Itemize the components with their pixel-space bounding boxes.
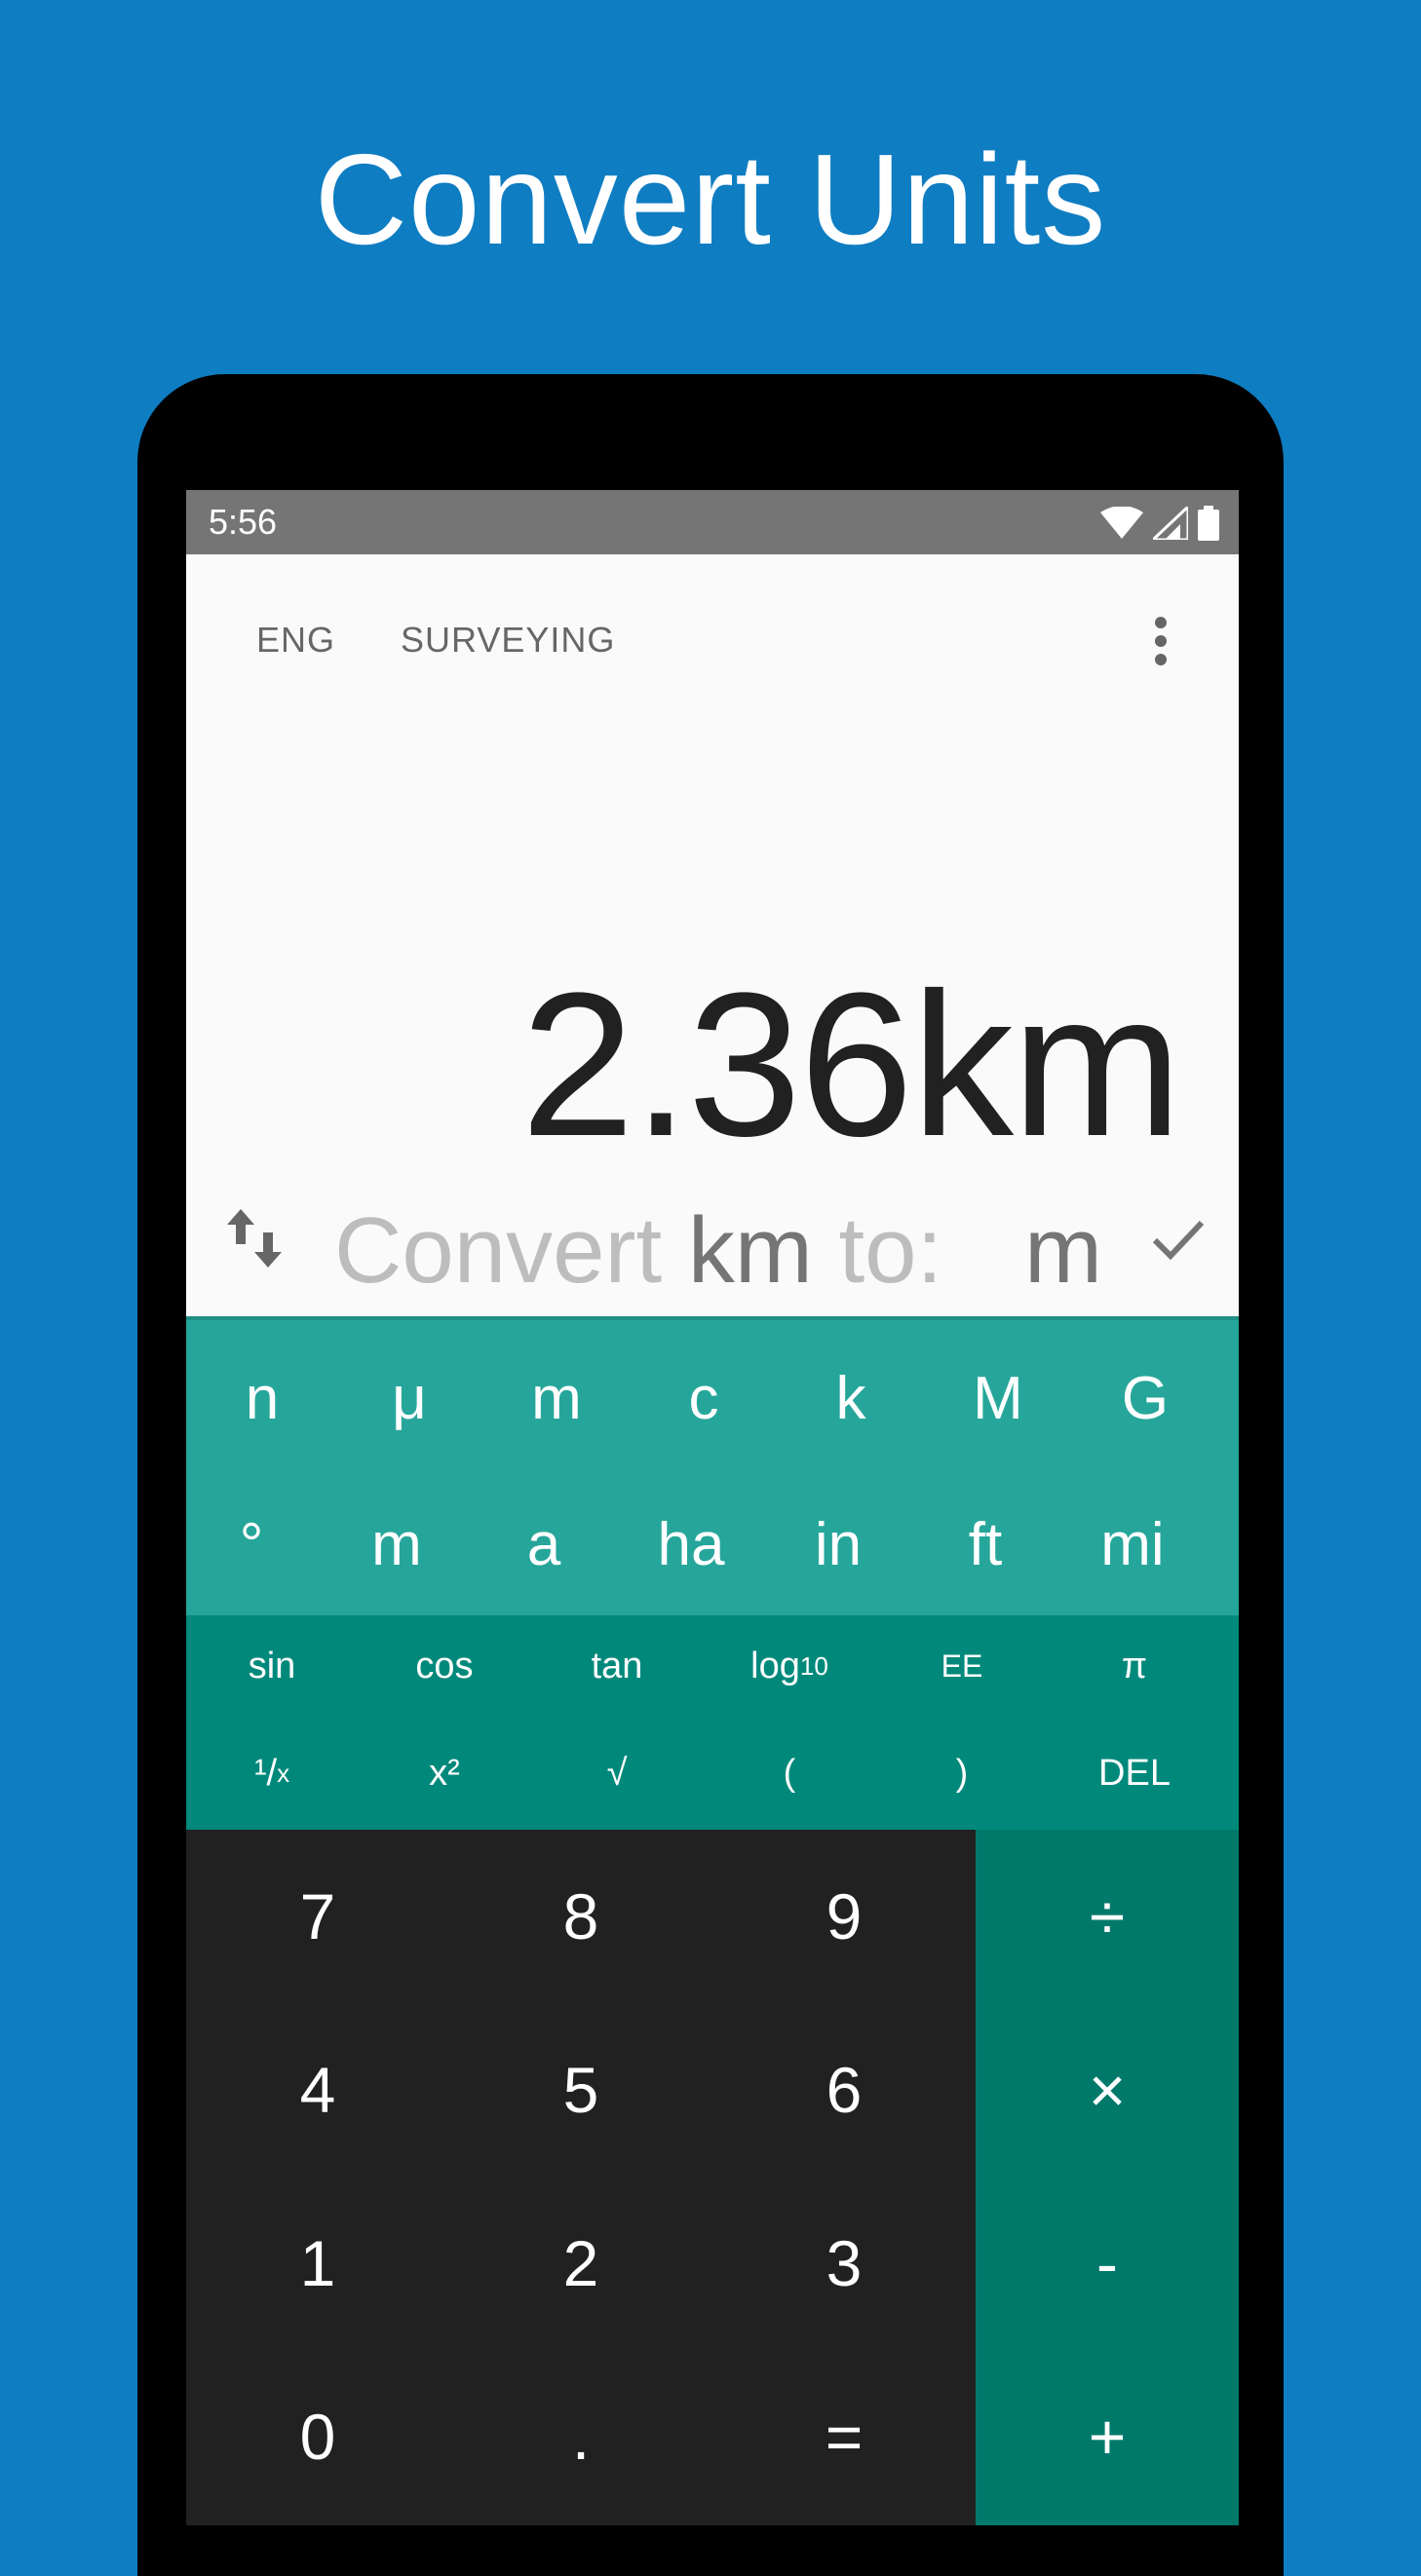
tab-eng[interactable]: ENG [256,621,335,660]
key-close-paren[interactable]: ) [879,1724,1045,1822]
signal-icon [1153,507,1188,540]
key-subtract[interactable]: - [976,2177,1239,2350]
wifi-icon [1100,507,1143,539]
key-open-paren[interactable]: ( [707,1724,872,1822]
key-log-label: log [750,1645,800,1686]
app-bar: ENG SURVEYING [186,554,1239,701]
key-6[interactable]: 6 [712,2003,976,2177]
key-unit-hectare[interactable]: ha [618,1476,764,1612]
target-unit-input[interactable]: m [1024,1197,1102,1305]
function-pad: sin cos tan log 10 EE π ¹/x x² √ ( ) DEL [186,1615,1239,1830]
key-reciprocal[interactable]: ¹/x [189,1724,355,1822]
key-multiply[interactable]: × [976,2003,1239,2177]
result-display: 2.36km [520,950,1182,1179]
key-unit-n[interactable]: n [189,1330,335,1466]
key-square[interactable]: x² [362,1724,527,1822]
key-tan[interactable]: tan [534,1617,700,1715]
convert-prompt: Convert km to: [334,1197,942,1305]
convert-row: Convert km to: m [186,1180,1239,1303]
key-unit-kilo[interactable]: k [778,1330,924,1466]
key-unit-giga[interactable]: G [1072,1330,1218,1466]
key-unit-mile[interactable]: mi [1059,1476,1206,1612]
key-8[interactable]: 8 [449,1830,712,2003]
key-add[interactable]: + [976,2350,1239,2523]
check-icon[interactable] [1151,1215,1206,1264]
key-sin[interactable]: sin [189,1617,355,1715]
key-divide[interactable]: ÷ [976,1830,1239,2003]
headline: Convert Units [314,128,1107,271]
key-unit-are[interactable]: a [471,1476,617,1612]
key-reciprocal-subscript: x [277,1758,290,1788]
key-9[interactable]: 9 [712,1830,976,2003]
key-log-subscript: 10 [799,1650,828,1681]
key-unit-micro[interactable]: μ [336,1330,482,1466]
key-unit-meter[interactable]: m [324,1476,470,1612]
swap-units-icon[interactable] [225,1207,284,1269]
units-pad: n μ m c k M G ° m a ha in ft mi [186,1320,1239,1615]
key-decimal[interactable]: . [449,2350,712,2523]
key-unit-inch[interactable]: in [765,1476,911,1612]
calculator-screen: 5:56 ENG SURVEYING 2.36km Convert km to: [186,490,1239,2525]
key-ee[interactable]: EE [879,1617,1045,1715]
status-time: 5:56 [209,502,278,542]
convert-prefix: Convert [334,1198,688,1303]
key-unit-mega[interactable]: M [925,1330,1071,1466]
key-unit-milli[interactable]: m [483,1330,630,1466]
key-2[interactable]: 2 [449,2177,712,2350]
number-pad: 7 8 9 4 5 6 1 2 3 0 . = [186,1830,976,2525]
operator-pad: ÷ × - + [976,1830,1239,2525]
key-unit-degree[interactable]: ° [186,1476,325,1612]
key-3[interactable]: 3 [712,2177,976,2350]
key-delete[interactable]: DEL [1052,1724,1217,1822]
key-equals[interactable]: = [712,2350,976,2523]
key-unit-centi[interactable]: c [631,1330,777,1466]
key-reciprocal-label: ¹/ [253,1752,278,1794]
tab-surveying[interactable]: SURVEYING [401,621,615,660]
convert-suffix: to: [812,1198,943,1303]
key-unit-foot[interactable]: ft [912,1476,1058,1612]
battery-icon [1198,506,1219,541]
status-bar: 5:56 [186,490,1239,554]
key-sqrt[interactable]: √ [534,1724,700,1822]
convert-source-unit: km [687,1198,813,1303]
key-0[interactable]: 0 [186,2350,449,2523]
key-4[interactable]: 4 [186,2003,449,2177]
key-log10[interactable]: log 10 [707,1617,872,1715]
overflow-menu-icon[interactable] [1151,617,1171,665]
key-7[interactable]: 7 [186,1830,449,2003]
key-5[interactable]: 5 [449,2003,712,2177]
key-pi[interactable]: π [1052,1617,1217,1715]
key-cos[interactable]: cos [362,1617,527,1715]
key-1[interactable]: 1 [186,2177,449,2350]
